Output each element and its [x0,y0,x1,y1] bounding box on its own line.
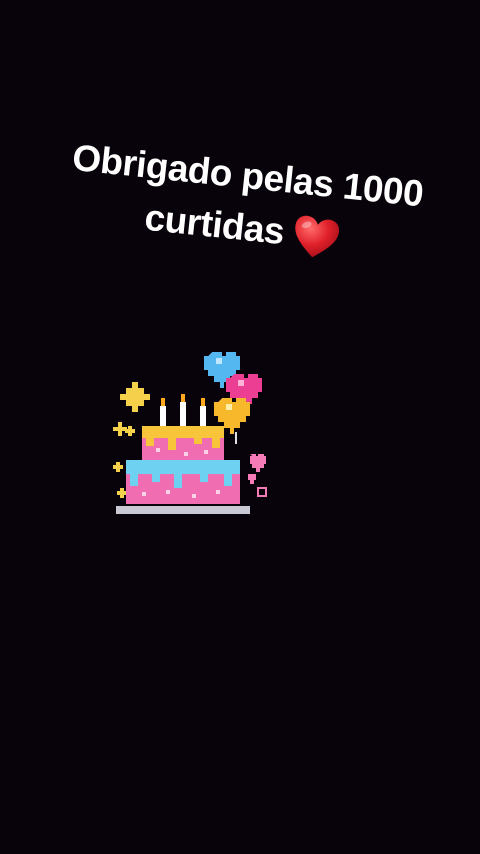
story-screen: Obrigado pelas 1000 curtidas [0,0,480,854]
cake-bottom-tier [126,460,240,504]
cake-top-tier [142,426,224,462]
red-heart-icon [295,215,340,258]
cake-plate [116,506,250,514]
caption: Obrigado pelas 1000 curtidas [36,129,455,275]
caption-line-2: curtidas [142,196,287,253]
small-hearts-icon [248,454,267,497]
pixel-birthday-cake-icon [113,352,267,514]
candles-icon [160,394,206,428]
